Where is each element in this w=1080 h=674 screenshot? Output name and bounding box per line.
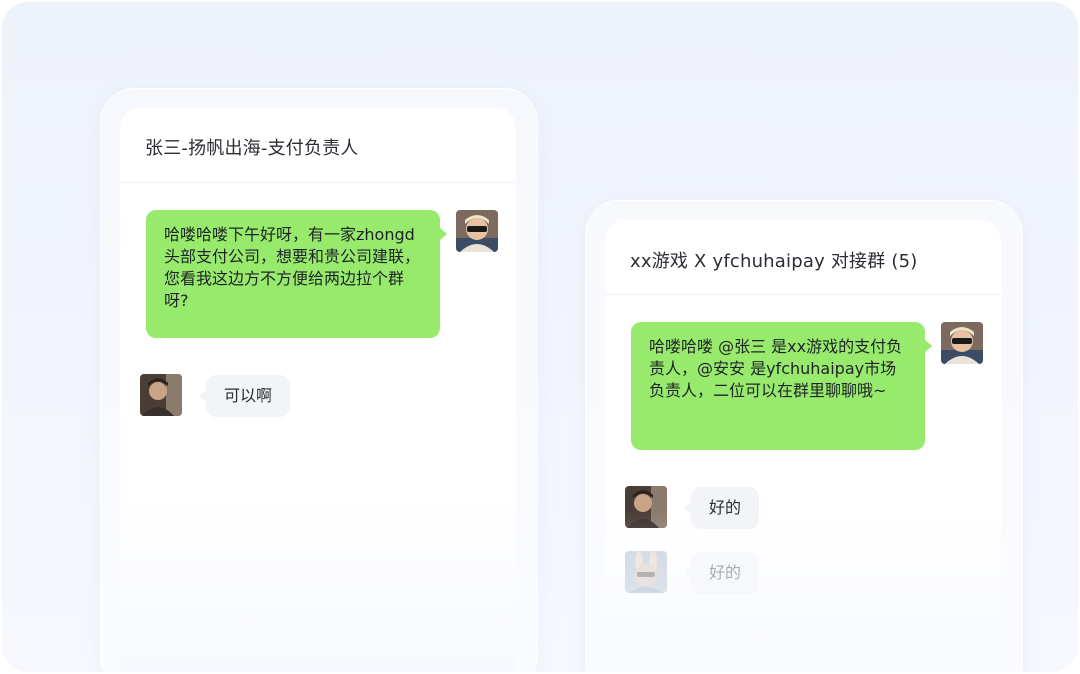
user-avatar-dark-icon[interactable]	[625, 486, 667, 528]
message-bubble-sent[interactable]: 哈喽哈喽 @张三 是xx游戏的支付负责人，@安安 是yfchuhaipay市场负…	[631, 322, 932, 450]
chat-window-left: 张三-扬帆出海-支付负责人 哈喽哈喽下午好呀，有一家zhongd头部支付公司，想…	[120, 108, 516, 672]
user-avatar-dark-icon[interactable]	[140, 374, 182, 416]
user-avatar-sunglasses-icon[interactable]	[456, 210, 498, 252]
message-bubble-received[interactable]: 好的	[683, 487, 760, 529]
chat-title-right: xx游戏 X yfchuhaipay 对接群 (5)	[630, 251, 918, 272]
background-panel: 张三-扬帆出海-支付负责人 哈喽哈喽下午好呀，有一家zhongd头部支付公司，想…	[2, 2, 1078, 672]
chat-header-right: xx游戏 X yfchuhaipay 对接群 (5)	[605, 220, 1001, 295]
message-bubble-sent[interactable]: 哈喽哈喽下午好呀，有一家zhongd头部支付公司，想要和贵公司建联，您看我这边方…	[146, 210, 447, 338]
chat-header-left: 张三-扬帆出海-支付负责人	[120, 108, 516, 183]
chat-title-left: 张三-扬帆出海-支付负责人	[145, 138, 359, 159]
user-avatar-rabbit-icon[interactable]	[625, 551, 667, 593]
chat-window-right: xx游戏 X yfchuhaipay 对接群 (5) 哈喽哈喽 @张三 是xx游…	[605, 220, 1001, 672]
message-bubble-received[interactable]: 可以啊	[198, 375, 291, 417]
message-bubble-received[interactable]: 好的	[683, 552, 760, 594]
user-avatar-sunglasses-icon[interactable]	[941, 322, 983, 364]
